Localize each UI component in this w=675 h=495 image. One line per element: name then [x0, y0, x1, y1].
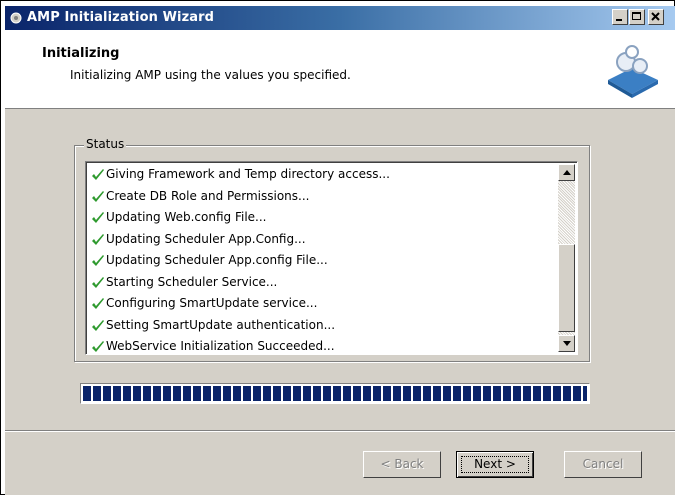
title-bar[interactable]: AMP Initialization Wizard [5, 6, 675, 30]
checkmark-icon [92, 341, 104, 352]
footer-divider-highlight [5, 431, 675, 432]
status-item-label: Configuring SmartUpdate service... [106, 296, 318, 310]
status-list-item[interactable]: WebService Initialization Succeeded... [88, 336, 557, 354]
vertical-scrollbar[interactable] [558, 164, 575, 352]
maximize-icon [632, 12, 641, 20]
checkmark-icon [92, 255, 104, 266]
wizard-window: AMP Initialization Wizard Initializing I… [5, 6, 675, 495]
page-subtitle: Initializing AMP using the values you sp… [70, 68, 351, 82]
checkmark-icon [92, 298, 104, 309]
status-list-item[interactable]: Starting Scheduler Service... [88, 272, 557, 294]
status-item-label: Updating Web.config File... [106, 210, 267, 224]
arrow-down-icon [563, 341, 571, 346]
wizard-logo-icon [608, 45, 658, 98]
status-item-label: Updating Scheduler App.config File... [106, 253, 328, 267]
cancel-button[interactable]: Cancel [564, 451, 642, 478]
status-item-label: WebService Initialization Succeeded... [106, 339, 335, 353]
minimize-button[interactable] [612, 9, 628, 25]
checkmark-icon [92, 212, 104, 223]
status-item-label: Giving Framework and Temp directory acce… [106, 167, 390, 181]
focus-rect [461, 456, 529, 473]
next-button[interactable]: Next > [456, 451, 534, 478]
checkmark-icon [92, 276, 104, 288]
checkmark-icon [92, 233, 104, 245]
status-list-item[interactable]: Configuring SmartUpdate service... [88, 293, 557, 315]
status-item-label: Starting Scheduler Service... [106, 274, 278, 289]
status-list-items: Giving Framework and Temp directory acce… [88, 164, 557, 354]
status-list[interactable]: Giving Framework and Temp directory acce… [85, 161, 578, 355]
status-item-label: Updating Scheduler App.Config... [106, 231, 306, 246]
status-group-label: Status [84, 137, 127, 151]
status-list-item[interactable]: Create DB Role and Permissions... [88, 186, 557, 208]
status-list-item[interactable]: Updating Web.config File... [88, 207, 557, 229]
progress-bar [80, 383, 590, 404]
checkmark-icon [92, 169, 104, 180]
status-item-label: Create DB Role and Permissions... [106, 188, 310, 203]
status-list-item[interactable]: Updating Scheduler App.Config... [88, 229, 557, 251]
checkmark-icon [92, 319, 104, 331]
status-list-item[interactable]: Setting SmartUpdate authentication... [88, 315, 557, 337]
wizard-header: Initializing Initializing AMP using the … [5, 30, 675, 109]
back-button[interactable]: < Back [363, 451, 441, 478]
close-icon [651, 12, 660, 21]
status-list-item[interactable]: Giving Framework and Temp directory acce… [88, 164, 557, 186]
scroll-down-button[interactable] [558, 335, 575, 352]
status-list-item[interactable]: Updating Scheduler App.config File... [88, 250, 557, 272]
app-icon [10, 12, 22, 24]
checkmark-icon [92, 190, 104, 202]
status-item-label: Setting SmartUpdate authentication... [106, 317, 336, 332]
arrow-up-icon [563, 170, 571, 175]
maximize-button[interactable] [629, 9, 645, 25]
scroll-up-button[interactable] [558, 164, 575, 181]
scroll-thumb[interactable] [558, 244, 575, 332]
progress-fill [83, 386, 587, 401]
window-title: AMP Initialization Wizard [27, 10, 215, 25]
page-title: Initializing [42, 46, 120, 61]
close-button[interactable] [648, 9, 664, 25]
minimize-icon [616, 19, 622, 21]
